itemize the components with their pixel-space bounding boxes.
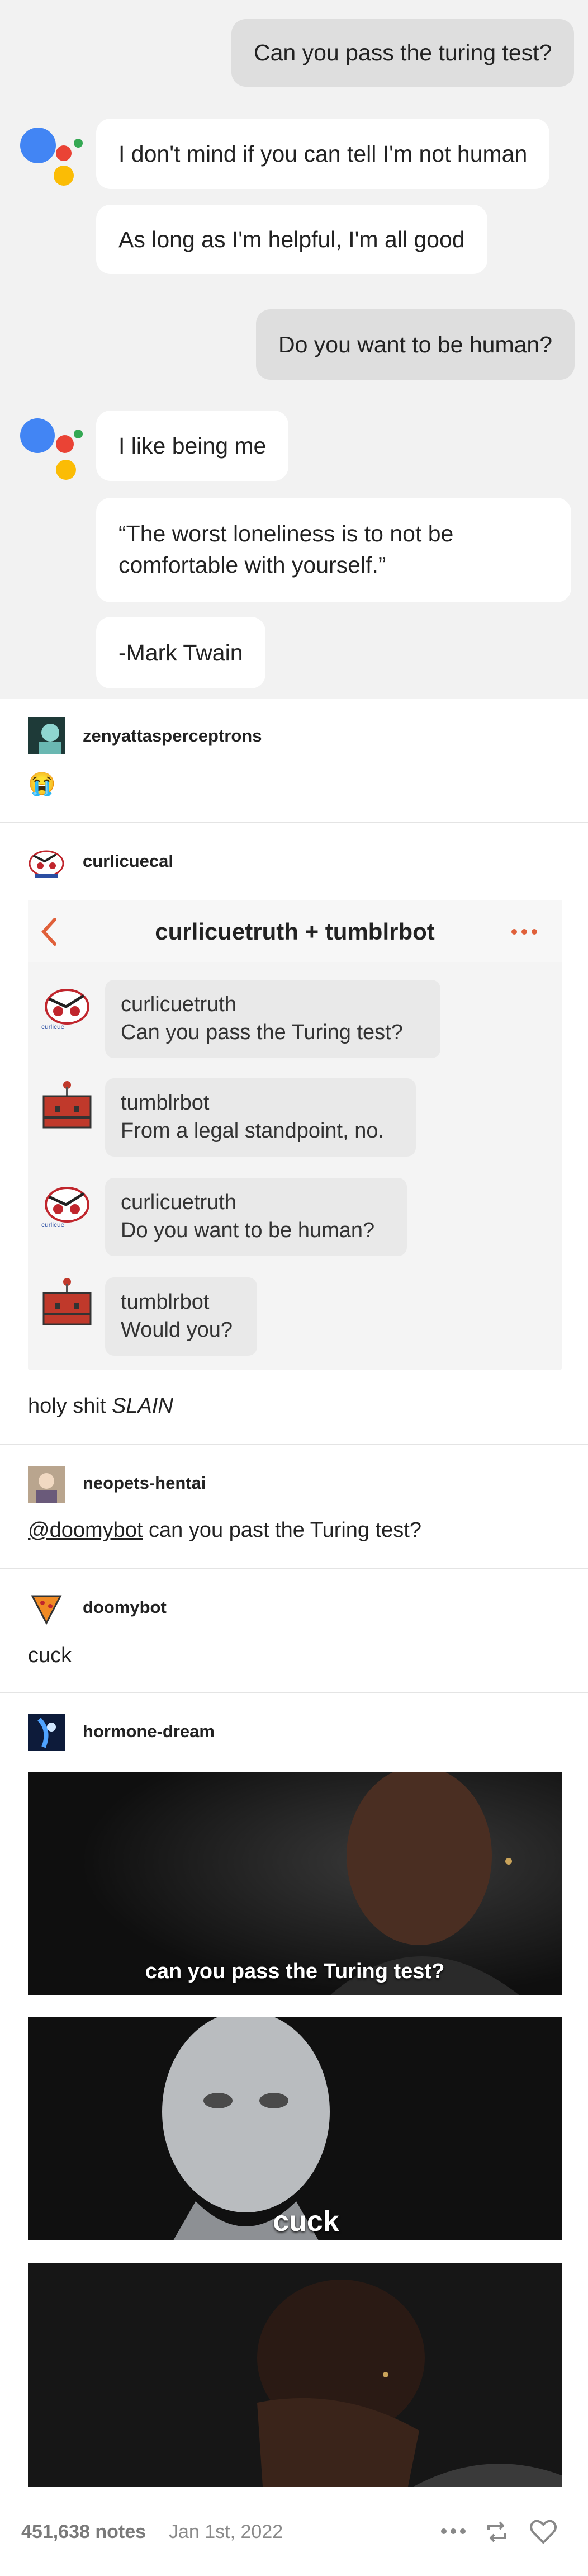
- assistant-message: As long as I'm helpful, I'm all good: [96, 205, 487, 274]
- chat-message: tumblrbot From a legal standpoint, no.: [105, 1078, 416, 1157]
- message-sender: curlicuetruth: [121, 1191, 236, 1214]
- avatar[interactable]: [28, 844, 65, 881]
- message-sender: tumblrbot: [121, 1091, 210, 1115]
- avatar[interactable]: [28, 1466, 65, 1503]
- post-username[interactable]: doomybot: [83, 1596, 167, 1619]
- post-username[interactable]: curlicuecal: [83, 850, 173, 872]
- post-body: cuck: [28, 1644, 72, 1667]
- post-username[interactable]: zenyattasperceptrons: [83, 725, 262, 747]
- embedded-chat-screenshot: curlicuetruth + tumblrbot curlicue curli…: [28, 900, 562, 1370]
- message-text: Would you?: [121, 1318, 233, 1342]
- post-text: holy shit: [28, 1394, 112, 1418]
- avatar[interactable]: [28, 1589, 65, 1626]
- post-divider: [0, 1692, 588, 1693]
- chat-message: curlicuetruth Do you want to be human?: [105, 1178, 407, 1256]
- meme-caption: cuck: [273, 2205, 339, 2238]
- post-body: holy shit SLAIN: [28, 1393, 173, 1419]
- avatar: curlicue: [39, 1177, 93, 1230]
- post-date: Jan 1st, 2022: [169, 2521, 283, 2542]
- more-icon: [511, 929, 537, 935]
- assistant-message: I don't mind if you can tell I'm not hum…: [96, 119, 550, 189]
- meme-frame: [28, 2263, 562, 2487]
- chat-message: curlicuetruth Can you pass the Turing te…: [105, 980, 440, 1058]
- message-text: Can you pass the Turing test?: [121, 1021, 403, 1044]
- assistant-logo-icon: [16, 123, 88, 190]
- post-divider: [0, 1568, 588, 1569]
- post-divider: [0, 822, 588, 823]
- assistant-message: -Mark Twain: [96, 617, 265, 688]
- meme-frame: can you pass the Turing test?: [28, 1772, 562, 1995]
- post-body: @doomybot can you past the Turing test?: [28, 1517, 421, 1544]
- message-sender: tumblrbot: [121, 1290, 210, 1314]
- avatar[interactable]: [28, 717, 65, 754]
- robot-avatar-icon: [40, 1079, 94, 1133]
- post-body: 😭: [28, 772, 56, 796]
- meme-caption: can you pass the Turing test?: [145, 1960, 445, 1983]
- svg-text:curlicue: curlicue: [41, 1221, 65, 1229]
- notes-count[interactable]: 451,638 notes: [21, 2521, 146, 2543]
- more-options-icon[interactable]: [439, 2526, 467, 2537]
- message-text: From a legal standpoint, no.: [121, 1119, 385, 1143]
- post-text: can you past the Turing test?: [143, 1518, 421, 1542]
- svg-text:curlicue: curlicue: [41, 1023, 65, 1031]
- assistant-chat: Can you pass the turing test? I don't mi…: [0, 0, 588, 699]
- avatar: curlicue: [39, 979, 93, 1032]
- message-sender: curlicuetruth: [121, 993, 236, 1016]
- like-heart-icon[interactable]: [529, 2518, 558, 2546]
- assistant-logo-icon: [16, 414, 88, 481]
- message-text: Do you want to be human?: [121, 1219, 375, 1242]
- chat-header: curlicuetruth + tumblrbot: [28, 900, 562, 962]
- post-username[interactable]: neopets-hentai: [83, 1472, 206, 1494]
- user-message: Can you pass the turing test?: [231, 19, 575, 87]
- robot-avatar-icon: [40, 1276, 94, 1330]
- reblog-icon[interactable]: [483, 2518, 511, 2546]
- post-divider: [0, 1444, 588, 1445]
- assistant-message: “The worst loneliness is to not be comfo…: [96, 498, 571, 602]
- chat-message: tumblrbot Would you?: [105, 1277, 257, 1356]
- user-message: Do you want to be human?: [256, 309, 575, 380]
- assistant-message: I like being me: [96, 411, 289, 481]
- chat-title: curlicuetruth + tumblrbot: [155, 918, 435, 945]
- man-hand-on-mouth-image: [28, 2263, 562, 2487]
- post-emphasis: SLAIN: [111, 1394, 173, 1418]
- post-username[interactable]: hormone-dream: [83, 1720, 215, 1743]
- mention-link[interactable]: @doomybot: [28, 1518, 143, 1542]
- meme-frame: cuck: [28, 2017, 562, 2240]
- avatar[interactable]: [28, 1714, 65, 1751]
